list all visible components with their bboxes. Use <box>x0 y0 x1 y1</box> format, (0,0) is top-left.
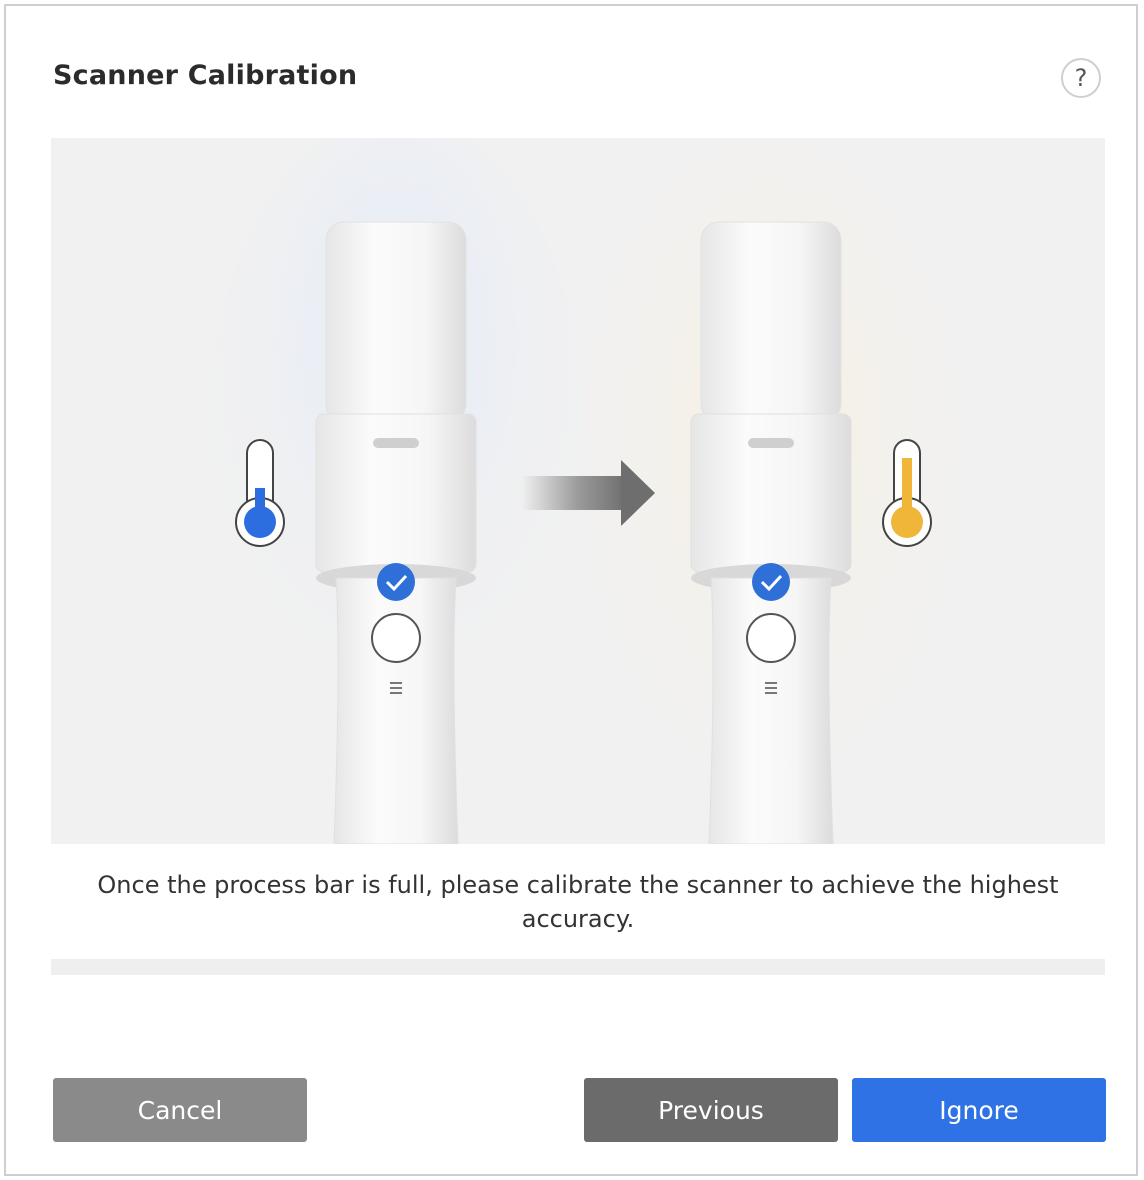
help-icon[interactable]: ? <box>1061 58 1101 98</box>
dialog-title: Scanner Calibration <box>53 60 358 91</box>
scanner-warm <box>690 221 852 844</box>
calibration-illustration <box>51 138 1105 844</box>
check-badge-icon <box>752 563 790 601</box>
cancel-button[interactable]: Cancel <box>53 1078 307 1142</box>
ignore-button[interactable]: Ignore <box>852 1078 1106 1142</box>
scanner-button-icon <box>746 613 796 663</box>
calibration-dialog: Scanner Calibration ? Once the process b… <box>4 4 1138 1176</box>
previous-button[interactable]: Previous <box>584 1078 838 1142</box>
progress-bar <box>51 959 1105 975</box>
scanner-button-icon <box>371 613 421 663</box>
scanner-cold <box>315 221 477 844</box>
calibration-message: Once the process bar is full, please cal… <box>97 871 1059 933</box>
check-badge-icon <box>377 563 415 601</box>
